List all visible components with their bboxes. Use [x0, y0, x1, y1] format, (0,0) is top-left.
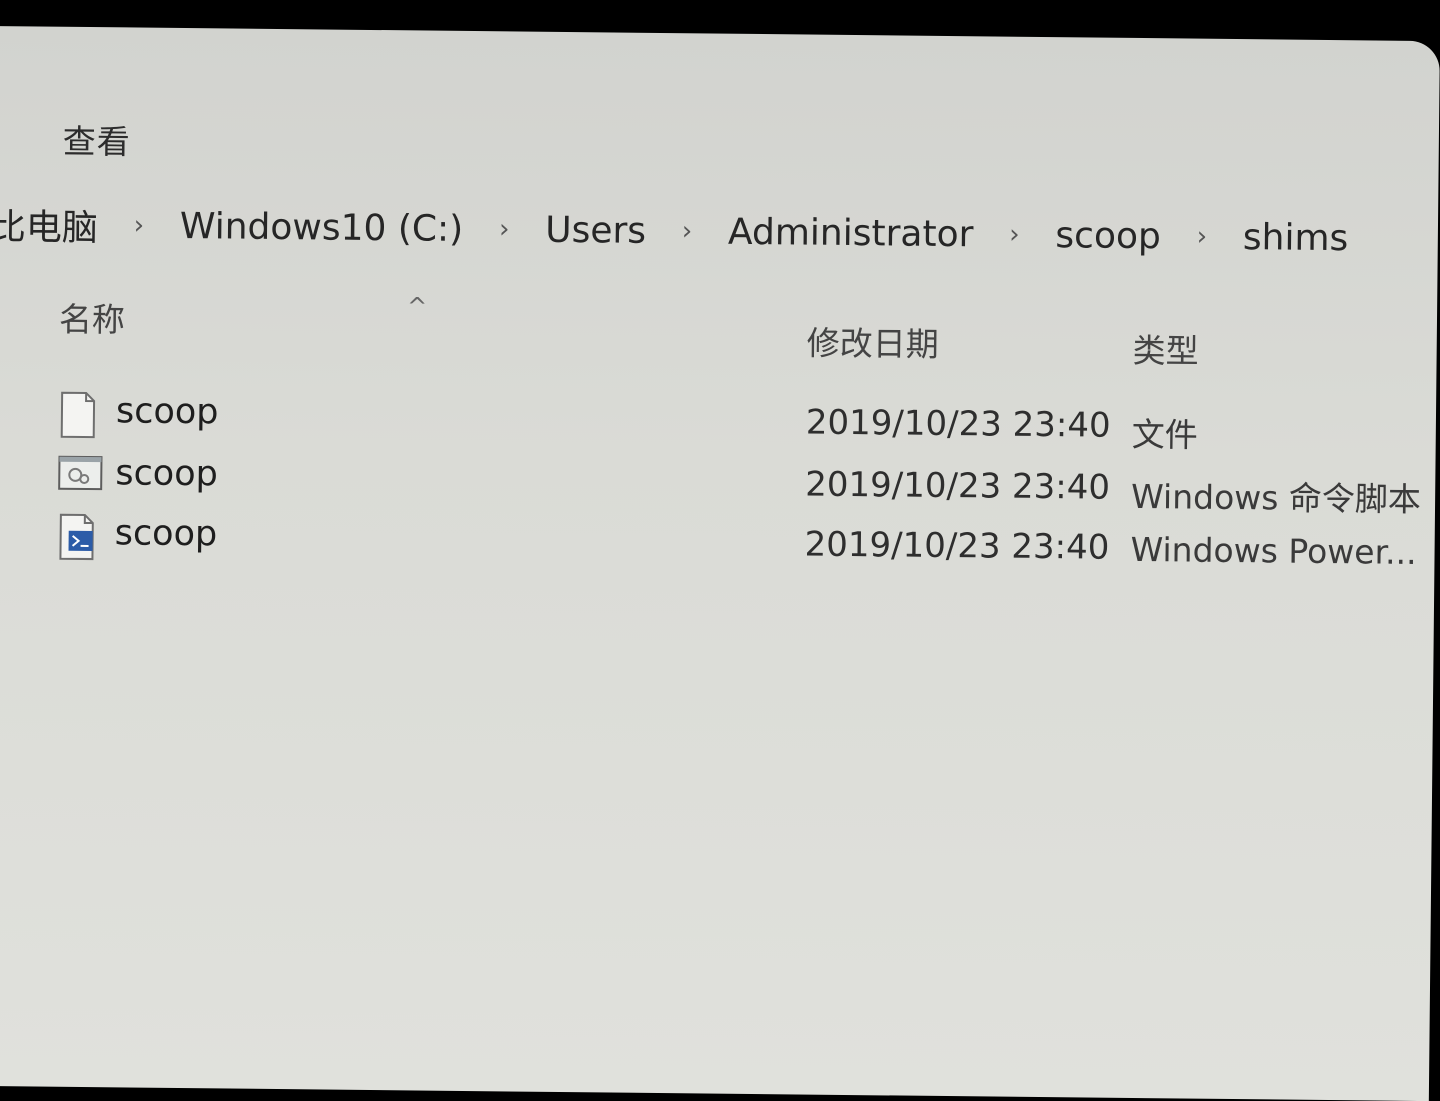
file-name: scoop [115, 453, 219, 495]
file-date: 2019/10/23 23:40 [805, 402, 1111, 446]
file-type: Windows 命令脚本 [1130, 476, 1422, 519]
cmd-script-icon [57, 453, 103, 501]
file-type: Windows Power... [1130, 529, 1417, 572]
chevron-right-icon[interactable]: › [104, 210, 174, 241]
chevron-right-icon[interactable]: › [979, 219, 1049, 250]
column-header-type[interactable]: 类型 [1132, 324, 1198, 373]
breadcrumb: 比电脑 › Windows10 (C:) › Users › Administr… [0, 194, 1355, 268]
column-header-name[interactable]: 名称 [59, 293, 125, 342]
file-type: 文件 [1131, 414, 1198, 455]
ribbon-tab-view[interactable]: 查看 [63, 115, 131, 164]
file-date: 2019/10/23 23:40 [805, 464, 1111, 508]
powershell-script-icon [56, 513, 97, 561]
breadcrumb-item-users[interactable]: Users [539, 209, 652, 251]
file-name: scoop [115, 391, 219, 433]
breadcrumb-item-drive-c[interactable]: Windows10 (C:) [174, 205, 470, 249]
explorer-window: 查看 比电脑 › Windows10 (C:) › Users › Admini… [0, 26, 1440, 1101]
breadcrumb-item-shims[interactable]: shims [1237, 217, 1355, 259]
chevron-right-icon[interactable]: › [652, 216, 722, 247]
breadcrumb-item-administrator[interactable]: Administrator [722, 211, 980, 255]
blank-file-icon [58, 391, 99, 439]
column-header-date[interactable]: 修改日期 [806, 317, 939, 366]
file-row[interactable]: scoop 2019/10/23 23:40 文件 [58, 387, 1439, 457]
file-name: scoop [114, 513, 218, 555]
breadcrumb-item-scoop[interactable]: scoop [1049, 215, 1167, 257]
file-row[interactable]: scoop 2019/10/23 23:40 Windows Power... [56, 509, 1437, 579]
file-date: 2019/10/23 23:40 [804, 524, 1110, 568]
chevron-right-icon[interactable]: › [469, 214, 539, 245]
chevron-right-icon[interactable]: › [1167, 221, 1237, 252]
file-row[interactable]: scoop 2019/10/23 23:40 Windows 命令脚本 [57, 449, 1438, 519]
sort-ascending-icon: ^ [406, 292, 428, 321]
breadcrumb-item-this-pc[interactable]: 比电脑 [0, 198, 104, 251]
